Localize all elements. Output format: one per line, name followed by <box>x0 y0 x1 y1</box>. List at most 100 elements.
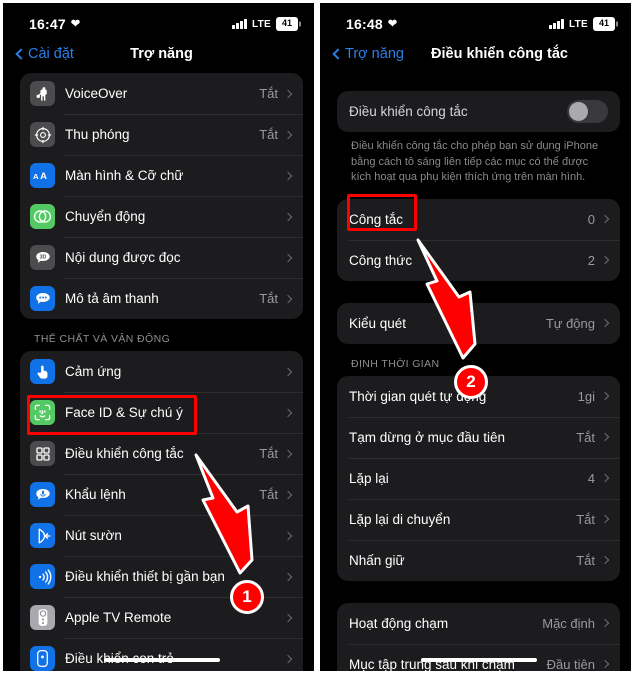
chevron-right-icon <box>600 556 610 565</box>
back-button[interactable]: Trợ năng <box>332 46 404 62</box>
left-group-vision: VoiceOver Tắt Thu phóng Tắt A A Màn hình… <box>20 73 303 319</box>
list-item-switches[interactable]: Công tắc 0 <box>337 199 620 240</box>
touch-icon <box>30 359 55 384</box>
zoom-icon <box>30 122 55 147</box>
list-item-motion[interactable]: Chuyển động <box>20 196 303 237</box>
chevron-right-icon <box>600 319 610 328</box>
list-item-voiceover[interactable]: VoiceOver Tắt <box>20 73 303 114</box>
page-title: Điều khiển công tắc <box>431 46 568 62</box>
list-item-recipes[interactable]: Công thức 2 <box>337 239 620 281</box>
chevron-right-icon <box>283 449 293 458</box>
chevron-right-icon <box>600 619 610 628</box>
pointer-control-icon <box>30 646 55 671</box>
switch-control-description: Điều khiển công tắc cho phép bạn sử dụng… <box>351 140 599 184</box>
battery-icon: 41 <box>593 17 615 31</box>
list-item-value: Mặc định <box>542 615 595 631</box>
list-item-value: Tắt <box>259 291 278 306</box>
battery-icon: 41 <box>276 17 298 31</box>
chevron-right-icon <box>600 515 610 524</box>
list-item-value: Đầu tiên <box>546 656 595 671</box>
back-button-label: Cài đặt <box>28 46 74 62</box>
svg-text:3D: 3D <box>39 254 46 260</box>
list-item-touch[interactable]: Cảm ứng <box>20 351 303 392</box>
left-group-physical: Cảm ứng Face ID & Sự chú ý Điều khiển cô… <box>20 351 303 671</box>
toggle-row-label: Điều khiển công tắc <box>349 104 468 119</box>
list-item-value: Tắt <box>259 86 278 101</box>
list-item-value: Tắt <box>576 552 595 568</box>
face-id-icon <box>30 400 55 425</box>
voice-control-icon <box>30 482 55 507</box>
back-button[interactable]: Cài đặt <box>15 46 74 62</box>
right-phone-frame: 16:48 ❤ LTE 41 Trợ năng Điều khiển công … <box>317 0 634 674</box>
list-item-label: Hoạt động chạm <box>349 615 449 631</box>
list-item-label: Điều khiển công tắc <box>65 446 184 461</box>
list-item-label: Màn hình & Cỡ chữ <box>65 168 184 183</box>
list-item-zoom[interactable]: Thu phóng Tắt <box>20 114 303 155</box>
list-item-side-button[interactable]: Nút sườn <box>20 515 303 556</box>
network-label: LTE <box>568 18 588 30</box>
chevron-right-icon <box>283 408 293 417</box>
list-item-label: Chuyển động <box>65 209 146 224</box>
step-badge-2: 2 <box>454 365 488 399</box>
heart-icon: ❤ <box>387 17 398 30</box>
list-item-spoken-content[interactable]: 3D Nội dung được đọc <box>20 237 303 278</box>
list-item-long-press[interactable]: Nhấn giữ Tắt <box>337 539 620 581</box>
switch-control-toggle-group: Điều khiển công tắc <box>337 91 620 132</box>
list-item-value: Tắt <box>259 127 278 142</box>
list-item-face-id[interactable]: Face ID & Sự chú ý <box>20 392 303 433</box>
right-group-switches: Công tắc 0 Công thức 2 <box>337 198 620 281</box>
status-time: 16:48 <box>346 16 383 32</box>
list-item-label: Lặp lại <box>349 470 389 486</box>
list-item-loops[interactable]: Lặp lại 4 <box>337 457 620 499</box>
chevron-right-icon <box>283 572 293 581</box>
list-item-voice-control[interactable]: Khẩu lệnh Tắt <box>20 474 303 515</box>
chevron-left-icon <box>15 48 27 60</box>
chevron-right-icon <box>283 613 293 622</box>
chevron-right-icon <box>283 253 293 262</box>
svg-text:A: A <box>40 170 47 181</box>
section-header-physical-motor: THỂ CHẤT VÀ VẬN ĐỘNG <box>34 333 171 345</box>
right-phone-screen: 16:48 ❤ LTE 41 Trợ năng Điều khiển công … <box>326 9 631 671</box>
right-status-bar: 16:48 ❤ LTE 41 <box>326 9 631 39</box>
chevron-right-icon <box>283 531 293 540</box>
chevron-right-icon <box>283 367 293 376</box>
right-group-scanstyle: Kiểu quét Tự động <box>337 302 620 344</box>
list-item-value: Tắt <box>259 446 278 461</box>
status-right-group: LTE 41 <box>232 17 298 31</box>
status-time-group: 16:47 ❤ <box>29 16 80 32</box>
list-item-label: Thu phóng <box>65 127 130 142</box>
heart-icon: ❤ <box>70 17 81 30</box>
list-item-value: Tự động <box>545 315 595 331</box>
chevron-right-icon <box>283 171 293 180</box>
list-item-value: 0 <box>587 211 595 227</box>
list-item-value: 1gi <box>577 388 595 404</box>
chevron-right-icon <box>600 256 610 265</box>
network-label: LTE <box>251 18 271 30</box>
switch-control-toggle-row[interactable]: Điều khiển công tắc <box>337 91 620 132</box>
display-text-size-icon: AA <box>30 163 55 188</box>
home-indicator <box>103 658 220 662</box>
list-item-pause-on-first-item[interactable]: Tạm dừng ở mục đầu tiên Tắt <box>337 416 620 458</box>
chevron-right-icon <box>283 654 293 663</box>
list-item-scanning-style[interactable]: Kiểu quét Tự động <box>337 303 620 344</box>
list-item-audio-descriptions[interactable]: Mô tả âm thanh Tắt <box>20 278 303 319</box>
list-item-move-repeat[interactable]: Lặp lại di chuyển Tắt <box>337 498 620 540</box>
list-item-pointer-control[interactable]: Điều khiển con trỏ <box>20 638 303 671</box>
switch-control-toggle[interactable] <box>567 100 608 123</box>
list-item-label: Cảm ứng <box>65 364 122 379</box>
list-item-display-text-size[interactable]: AA Màn hình & Cỡ chữ <box>20 155 303 196</box>
list-item-tap-behavior[interactable]: Hoạt động chạm Mặc định <box>337 603 620 644</box>
chevron-right-icon <box>283 490 293 499</box>
chevron-right-icon <box>600 660 610 669</box>
chevron-right-icon <box>283 212 293 221</box>
chevron-left-icon <box>332 48 344 60</box>
screenshot-root: 16:47 ❤ LTE 41 Cài đặt Trợ năng VoiceOve… <box>0 0 634 674</box>
cellular-signal-icon <box>232 19 247 29</box>
list-item-label: Nhấn giữ <box>349 552 405 568</box>
chevron-right-icon <box>600 433 610 442</box>
chevron-right-icon <box>283 294 293 303</box>
list-item-value: 4 <box>587 470 595 486</box>
list-item-switch-control[interactable]: Điều khiển công tắc Tắt <box>20 433 303 474</box>
right-nav-bar: Trợ năng Điều khiển công tắc <box>326 39 631 69</box>
left-nav-bar: Cài đặt Trợ năng <box>9 39 314 69</box>
